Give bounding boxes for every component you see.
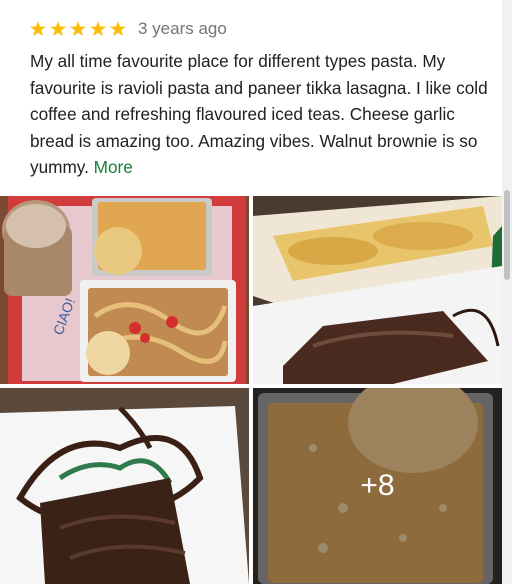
more-photos-overlay[interactable]: +8 [253,388,502,584]
star-rating: ★ ★ ★ ★ ★ [28,18,128,40]
review-card: ★ ★ ★ ★ ★ 3 years ago My all time favour… [0,0,502,584]
review-text-block: My all time favourite place for differen… [30,48,490,181]
star-icon: ★ [48,17,68,41]
scrollbar-thumb[interactable] [504,190,510,280]
review-photo-1[interactable]: CIAO! [0,196,249,384]
food-photo-pasta-tray-icon: CIAO! [0,196,249,384]
review-photos: CIAO! +8 [0,196,502,584]
food-photo-brownie-chocolate-icon [0,388,249,584]
more-photos-count: +8 [360,469,395,502]
scrollbar[interactable] [502,0,512,584]
more-link[interactable]: More [94,157,133,177]
star-icon: ★ [88,17,108,41]
review-date: 3 years ago [138,19,227,38]
review-photo-2[interactable] [253,196,502,384]
review-photo-4[interactable]: +8 [253,388,502,584]
review-photo-3[interactable] [0,388,249,584]
star-icon: ★ [108,17,128,41]
star-icon: ★ [68,17,88,41]
food-photo-garlic-bread-brownie-icon [253,196,502,384]
star-icon: ★ [28,17,48,41]
review-meta: ★ ★ ★ ★ ★ 3 years ago [28,18,227,40]
